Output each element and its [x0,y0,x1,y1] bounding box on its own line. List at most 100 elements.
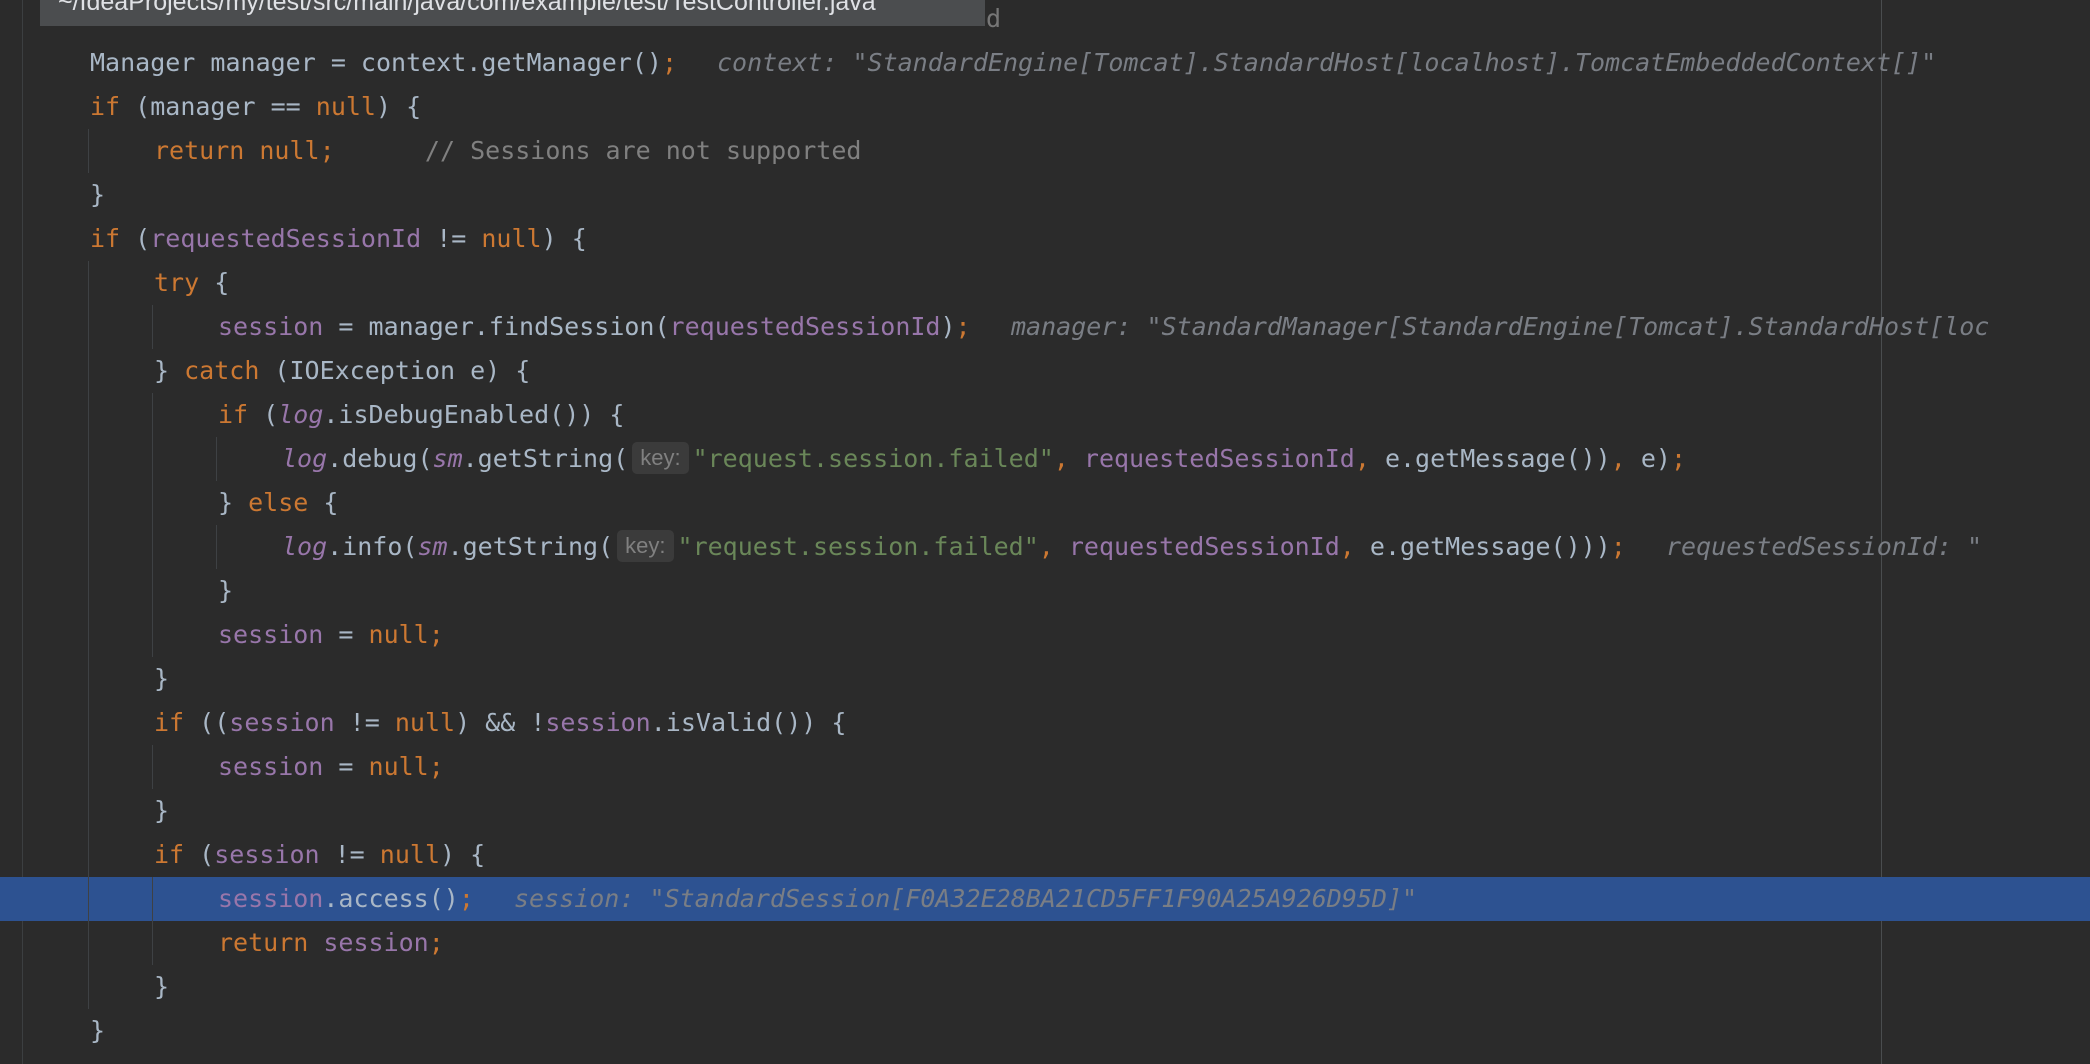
indent-guide [152,613,153,657]
code-token: ) { [376,92,422,121]
code-text: } [154,657,169,701]
indent-guide [152,437,153,481]
code-text: session.access(); [218,877,474,921]
code-token: , [1610,444,1641,473]
code-line[interactable]: session = null; [0,745,2090,789]
code-token: .getString( [447,532,614,561]
code-token: session [218,620,324,649]
code-token: log [278,400,324,429]
code-token: .isValid()) { [650,708,847,737]
code-line[interactable]: } else { [0,481,2090,525]
code-token: null; [368,620,444,649]
code-token: ) [940,312,956,341]
code-token: "request.session.failed" [677,532,1039,561]
obscured-code-fragment: d [986,4,1002,33]
indent-guide [88,657,89,701]
code-line[interactable]: } [0,657,2090,701]
code-line[interactable]: } [0,789,2090,833]
code-text: Manager manager = context.getManager(); [90,41,677,85]
code-line[interactable]: if (log.isDebugEnabled()) { [0,393,2090,437]
code-token: requestedSessionId [150,224,422,253]
code-text: if ((session != null) && !session.isVali… [154,701,846,745]
code-text: } else { [218,481,338,525]
code-token: session [218,884,324,913]
indent-guide [88,129,89,173]
code-text: session = manager.findSession(requestedS… [218,305,971,349]
parameter-name-hint: key: [632,442,689,474]
code-token: ) { [440,840,486,869]
code-line[interactable]: } [0,569,2090,613]
code-line[interactable]: session = manager.findSession(requestedS… [0,305,2090,349]
code-line[interactable]: } [0,965,2090,1009]
code-token: } [90,1016,106,1045]
indent-guide [152,877,153,921]
indent-guide [88,921,89,965]
indent-guide [88,877,89,921]
indent-guide [88,481,89,525]
code-token: } [154,796,170,825]
code-token: "request.session.failed" [692,444,1054,473]
indent-guide [152,481,153,525]
code-line[interactable]: if (manager == null) { [0,85,2090,129]
code-line[interactable]: return null; // Sessions are not support… [0,129,2090,173]
code-token: null [394,708,456,737]
indent-guide [88,701,89,745]
code-text: return null; // Sessions are not support… [154,129,861,173]
code-line[interactable]: if (session != null) { [0,833,2090,877]
code-line[interactable]: log.debug(sm.getString(key: "request.sess… [0,437,2090,481]
code-token: session [218,752,324,781]
code-token: != [334,708,395,737]
code-line[interactable]: if (requestedSessionId != null) { [0,217,2090,261]
indent-guide [152,525,153,569]
code-line[interactable]: return session; [0,921,2090,965]
indent-guide [88,569,89,613]
code-token: != [319,840,380,869]
code-editor[interactable]: ~/IdeaProjects/my/test/src/main/java/com… [0,0,2090,1064]
code-text: try { [154,261,229,305]
code-token: catch [184,356,260,385]
indent-guide [152,569,153,613]
code-token: (manager == [120,92,316,121]
code-token: { [308,488,339,517]
code-line[interactable]: } [0,173,2090,217]
code-line[interactable]: Manager manager = context.getManager(); c… [0,41,2090,85]
debugger-inline-value: requestedSessionId: " [1666,532,1983,561]
code-line[interactable]: } catch (IOException e) { [0,349,2090,393]
code-token: } [154,356,185,385]
code-token: e.getMessage()) [1384,444,1611,473]
code-token: else [248,488,309,517]
code-line[interactable]: session = null; [0,613,2090,657]
code-token: null [379,840,441,869]
indent-guide [152,393,153,437]
indent-guide [88,437,89,481]
code-token: .getString( [462,444,629,473]
code-token: (IOException e) { [259,356,531,385]
code-token: null; [368,752,444,781]
code-text: } [218,569,233,613]
code-token: } [154,972,170,1001]
code-line[interactable]: } [0,1009,2090,1053]
code-token: { [199,268,230,297]
code-line[interactable]: try { [0,261,2090,305]
indent-guide [88,613,89,657]
code-line[interactable]: log.info(sm.getString(key: "request.sessi… [0,525,2090,569]
code-token: , [1038,532,1069,561]
indent-guide [216,437,217,481]
code-token: sm [432,444,463,473]
code-token: , [1339,532,1370,561]
debugger-inline-value: manager: "StandardManager[StandardEngine… [1011,312,1990,341]
code-token: e) [1640,444,1671,473]
debugger-inline-value: context: "StandardEngine[Tomcat].Standar… [717,48,1937,77]
debugger-inline-value: session: "StandardSession[F0A32E28BA21CD… [514,884,1418,913]
code-token: session [214,840,320,869]
current-execution-line[interactable]: session.access(); session: "StandardSessi… [0,877,2090,921]
indent-guide [152,305,153,349]
code-text: log.info(sm.getString(key: "request.sessi… [282,525,1626,569]
code-line[interactable]: if ((session != null) && !session.isVali… [0,701,2090,745]
code-text: if (manager == null) { [90,85,421,129]
code-token: log [282,532,328,561]
code-token: requestedSessionId [669,312,941,341]
code-token: .debug( [327,444,433,473]
code-token: session [218,312,324,341]
